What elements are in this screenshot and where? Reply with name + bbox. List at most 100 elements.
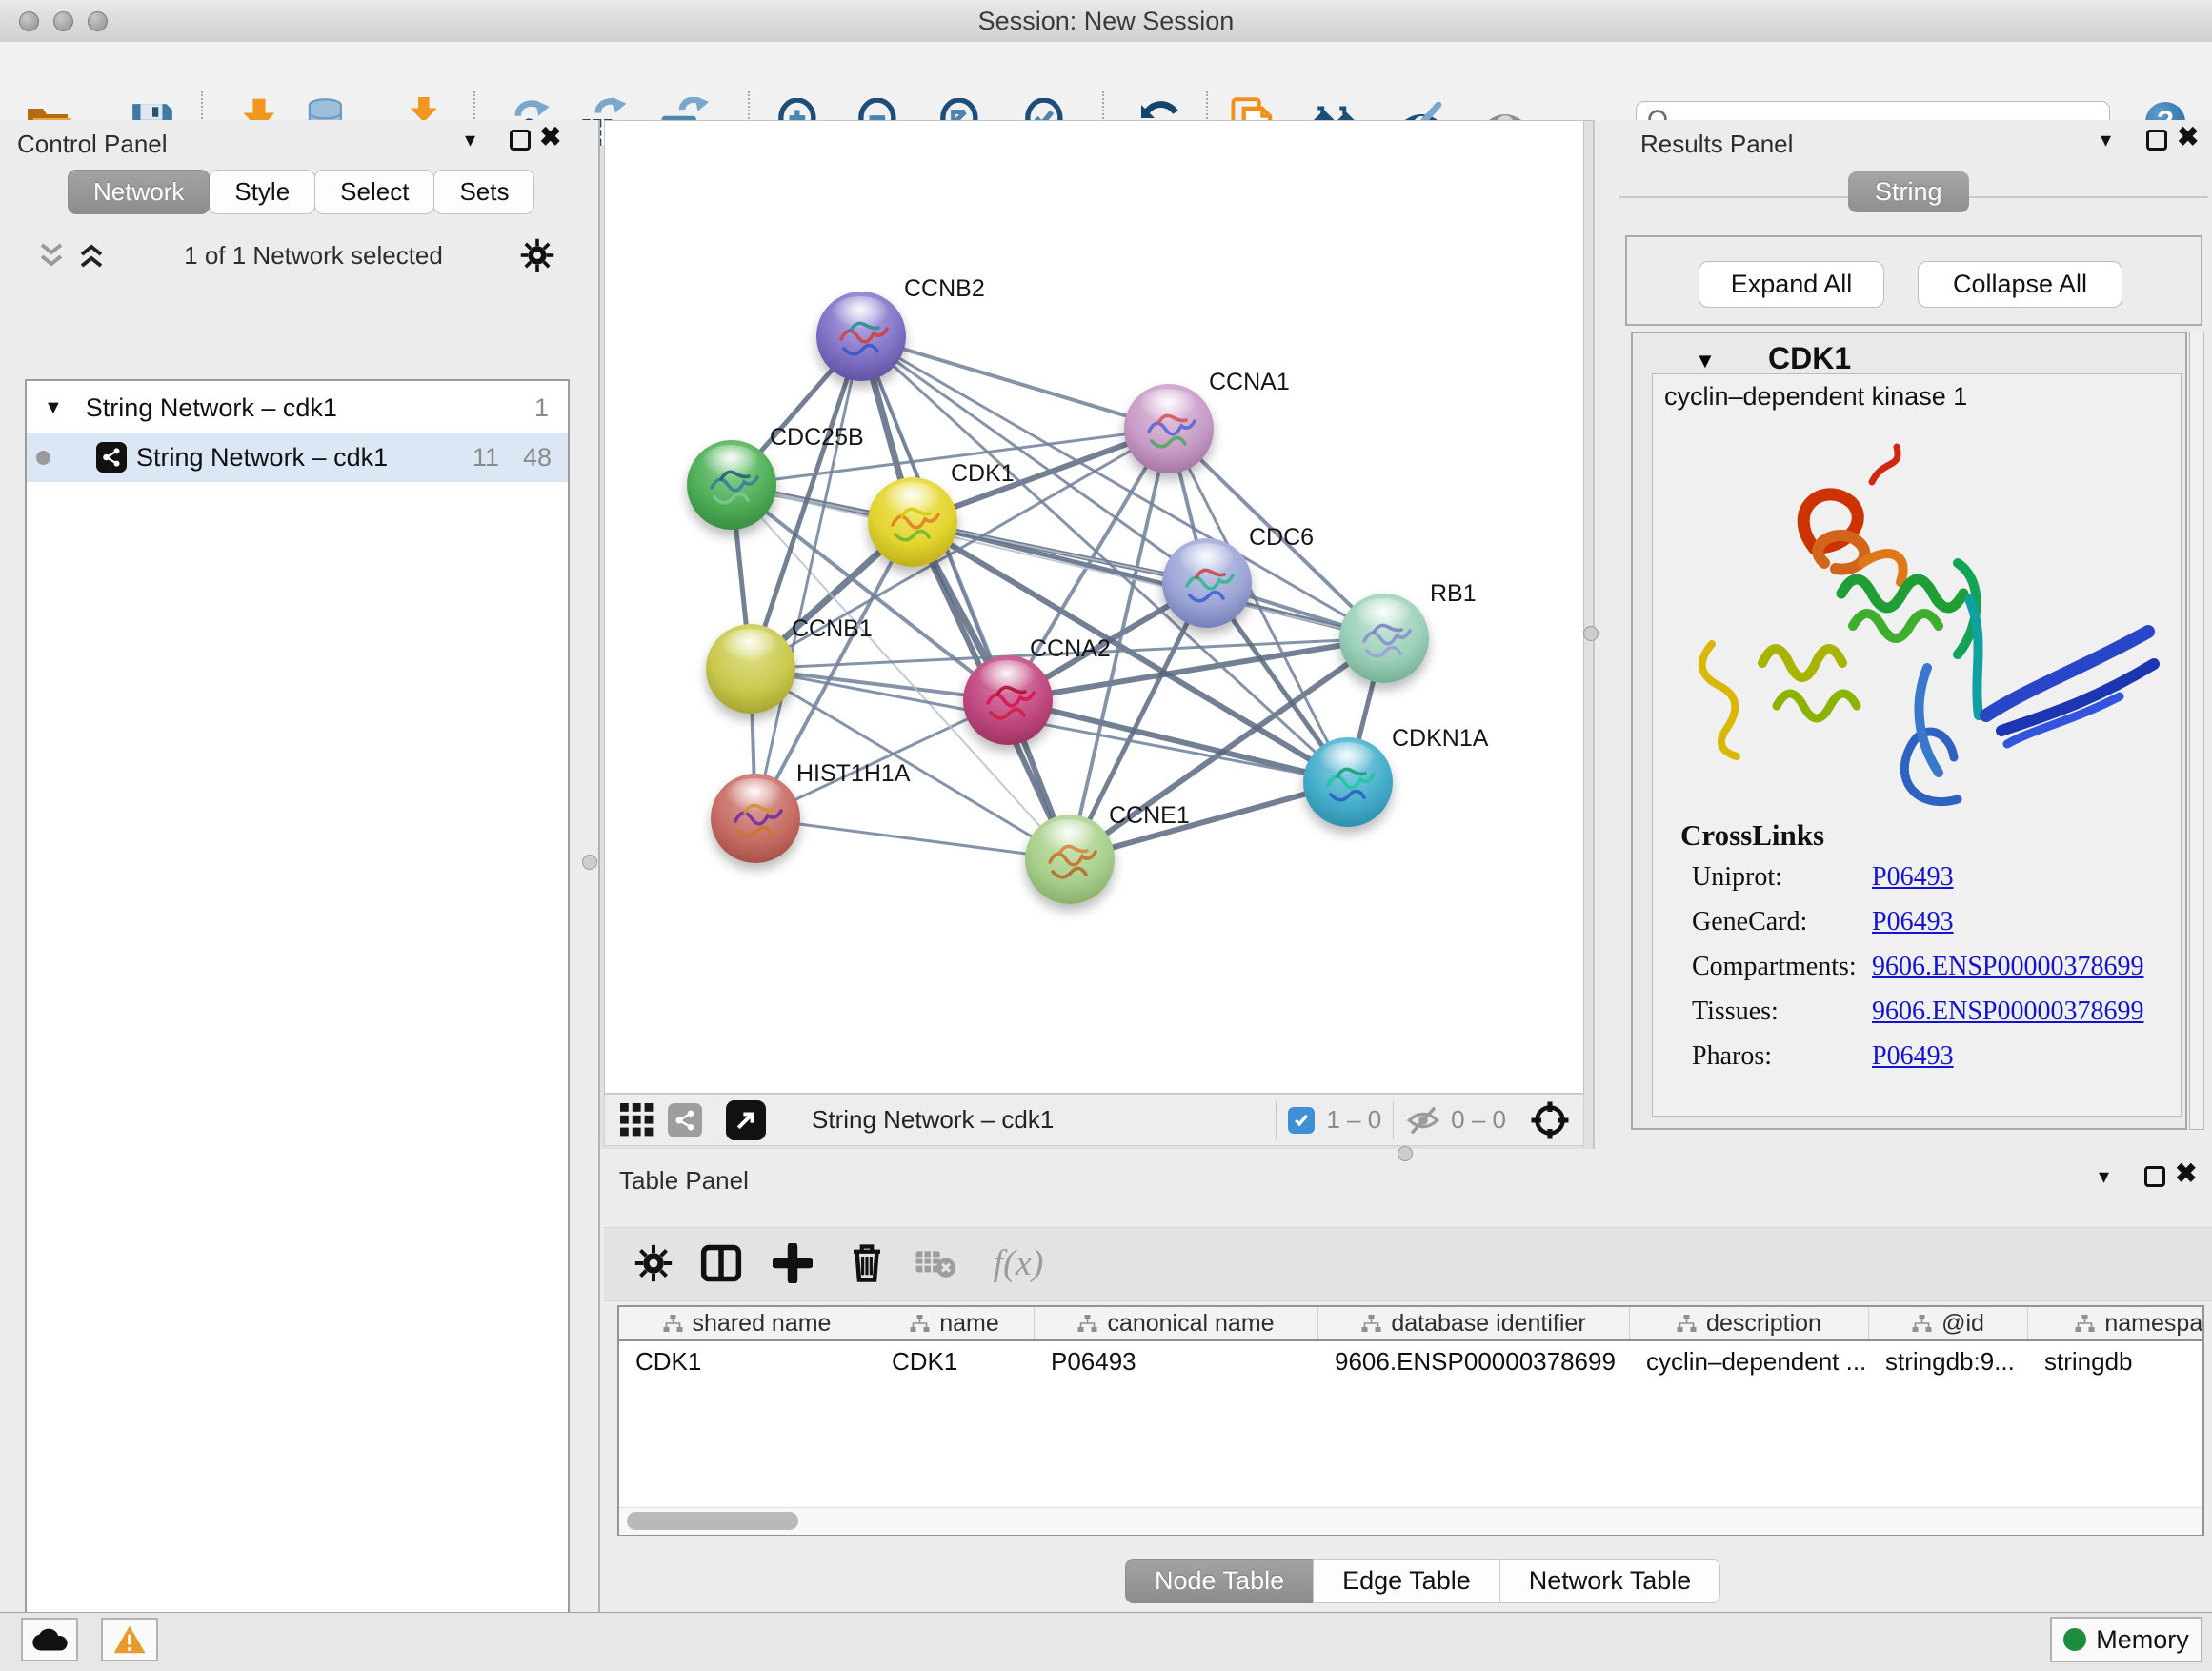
column-header[interactable]: name: [875, 1307, 1035, 1339]
crosslink-value-link[interactable]: P06493: [1872, 862, 1954, 893]
close-panel-icon[interactable]: ✖: [2175, 1163, 2197, 1184]
node-label-CCNE1: CCNE1: [1109, 802, 1190, 830]
section-expander-icon[interactable]: ▼: [1695, 349, 1716, 373]
node-label-CCNB1: CCNB1: [792, 615, 873, 643]
expand-all-icon[interactable]: [76, 241, 107, 270]
float-panel-icon[interactable]: ▾: [2099, 1164, 2109, 1189]
tab-string[interactable]: String: [1848, 171, 1969, 212]
birdseye-icon[interactable]: [726, 1100, 766, 1140]
selected-count: 1 – 0: [1326, 1105, 1381, 1135]
network-selection-status: 1 of 1 Network selected: [107, 241, 520, 271]
left-splitter-handle[interactable]: [582, 855, 597, 870]
close-panel-icon[interactable]: ✖: [2177, 127, 2199, 148]
memory-button[interactable]: Memory: [2050, 1617, 2202, 1662]
function-icon[interactable]: f(x): [975, 1238, 1061, 1288]
tab-sets[interactable]: Sets: [433, 170, 534, 214]
add-icon[interactable]: [768, 1238, 817, 1288]
column-header[interactable]: database identifier: [1318, 1307, 1630, 1339]
tab-network-table[interactable]: Network Table: [1499, 1559, 1721, 1603]
collapse-all-button[interactable]: Collapse All: [1918, 261, 2122, 308]
table-cell[interactable]: CDK1: [875, 1341, 1035, 1381]
hidden-eye-icon[interactable]: [1405, 1105, 1441, 1136]
network-node-RB1[interactable]: [1339, 594, 1429, 683]
tab-select[interactable]: Select: [314, 170, 434, 214]
float-panel-icon[interactable]: ▾: [465, 128, 475, 152]
network-name: String Network – cdk1: [136, 443, 388, 473]
undock-panel-icon[interactable]: [2146, 130, 2167, 151]
crosslink-value-link[interactable]: 9606.ENSP00000378699: [1872, 952, 2143, 982]
column-header[interactable]: @id: [1869, 1307, 2028, 1339]
undock-panel-icon[interactable]: [510, 130, 531, 151]
column-header[interactable]: shared name: [619, 1307, 875, 1339]
right-splitter-handle[interactable]: [1583, 626, 1599, 641]
main-toolbar: ?: [0, 42, 2212, 121]
share-network-icon[interactable]: [668, 1103, 702, 1137]
table-cell[interactable]: cyclin–dependent ...: [1630, 1341, 1869, 1381]
cloud-icon[interactable]: [21, 1618, 78, 1661]
fit-crosshair-icon[interactable]: [1530, 1100, 1570, 1140]
trash-icon[interactable]: [842, 1238, 892, 1288]
crosslink-row: Compartments: 9606.ENSP00000378699: [1653, 952, 2182, 997]
status-bar: [0, 1612, 2212, 1671]
node-label-CCNB2: CCNB2: [904, 275, 985, 303]
table-cell[interactable]: stringdb:9...: [1869, 1341, 2028, 1381]
crosslink-label: Uniprot:: [1692, 862, 1782, 893]
bottom-splitter-handle[interactable]: [1398, 1146, 1413, 1161]
expand-all-button[interactable]: Expand All: [1699, 261, 1884, 308]
network-node-CDKN1A[interactable]: [1303, 737, 1393, 827]
network-canvas[interactable]: CCNB2CCNA1CDC25BCDK1CDC6RB1CCNB1CCNA2CDK…: [604, 120, 1584, 1094]
table-cell[interactable]: P06493: [1035, 1341, 1318, 1381]
network-node-CCNB1[interactable]: [706, 624, 795, 714]
tab-edge-table[interactable]: Edge Table: [1313, 1559, 1500, 1603]
table-cell[interactable]: 9606.ENSP00000378699: [1318, 1341, 1630, 1381]
network-node-CCNB2[interactable]: [816, 292, 906, 381]
node-label-CCNA2: CCNA2: [1030, 635, 1111, 663]
protein-description: cyclin–dependent kinase 1: [1664, 382, 1967, 412]
crosslink-label: Pharos:: [1692, 1041, 1772, 1072]
network-node-CDC25B[interactable]: [687, 440, 776, 530]
table-row[interactable]: CDK1CDK1P064939606.ENSP00000378699cyclin…: [619, 1341, 2204, 1381]
crosslink-label: Tissues:: [1692, 997, 1779, 1027]
column-header[interactable]: namespace: [2028, 1307, 2204, 1339]
control-panel-tabs: NetworkStyleSelectSets: [69, 170, 534, 214]
network-node-CDC6[interactable]: [1162, 538, 1252, 628]
network-node-CCNE1[interactable]: [1025, 815, 1115, 904]
column-header[interactable]: canonical name: [1035, 1307, 1318, 1339]
collapse-all-icon[interactable]: [36, 241, 67, 270]
crosslinks-title: CrossLinks: [1680, 818, 1824, 853]
columns-icon[interactable]: [696, 1238, 746, 1288]
collection-count: 1: [534, 393, 549, 423]
crosslink-value-link[interactable]: 9606.ENSP00000378699: [1872, 997, 2143, 1027]
grid-view-icon[interactable]: [620, 1103, 654, 1137]
table-cell[interactable]: CDK1: [619, 1341, 875, 1381]
crosslink-label: Compartments:: [1692, 952, 1857, 982]
table-hscrollbar[interactable]: [619, 1507, 2202, 1535]
network-node-CCNA2[interactable]: [963, 655, 1053, 745]
tab-style[interactable]: Style: [209, 170, 315, 214]
warning-icon[interactable]: [101, 1618, 158, 1661]
network-node-CDK1[interactable]: [868, 477, 957, 567]
float-panel-icon[interactable]: ▾: [2101, 128, 2111, 152]
collection-expander-icon[interactable]: ▼: [44, 397, 63, 419]
gear-icon[interactable]: [520, 238, 554, 272]
crosslink-value-link[interactable]: P06493: [1872, 1041, 1954, 1072]
selected-checkbox[interactable]: [1288, 1107, 1315, 1134]
collection-name: String Network – cdk1: [86, 393, 337, 423]
close-panel-icon[interactable]: ✖: [539, 127, 561, 148]
tab-network[interactable]: Network: [68, 170, 210, 214]
hscrollbar-thumb[interactable]: [627, 1512, 798, 1530]
undock-panel-icon[interactable]: [2144, 1166, 2165, 1187]
network-collection-row[interactable]: ▼ String Network – cdk1 1: [27, 383, 568, 433]
node-label-CDKN1A: CDKN1A: [1392, 725, 1488, 753]
tab-node-table[interactable]: Node Table: [1125, 1559, 1314, 1603]
gear-icon[interactable]: [629, 1238, 678, 1288]
node-label-HIST1H1A: HIST1H1A: [796, 760, 910, 788]
column-header[interactable]: description: [1630, 1307, 1869, 1339]
crosslink-value-link[interactable]: P06493: [1872, 907, 1954, 937]
network-node-CCNA1[interactable]: [1124, 384, 1214, 473]
delete-table-icon[interactable]: [911, 1238, 960, 1288]
results-scrollbar[interactable]: [2189, 332, 2204, 1130]
table-cell[interactable]: stringdb: [2028, 1341, 2204, 1381]
network-node-HIST1H1A[interactable]: [711, 774, 800, 863]
network-row-selected[interactable]: String Network – cdk1 11 48: [27, 433, 568, 482]
